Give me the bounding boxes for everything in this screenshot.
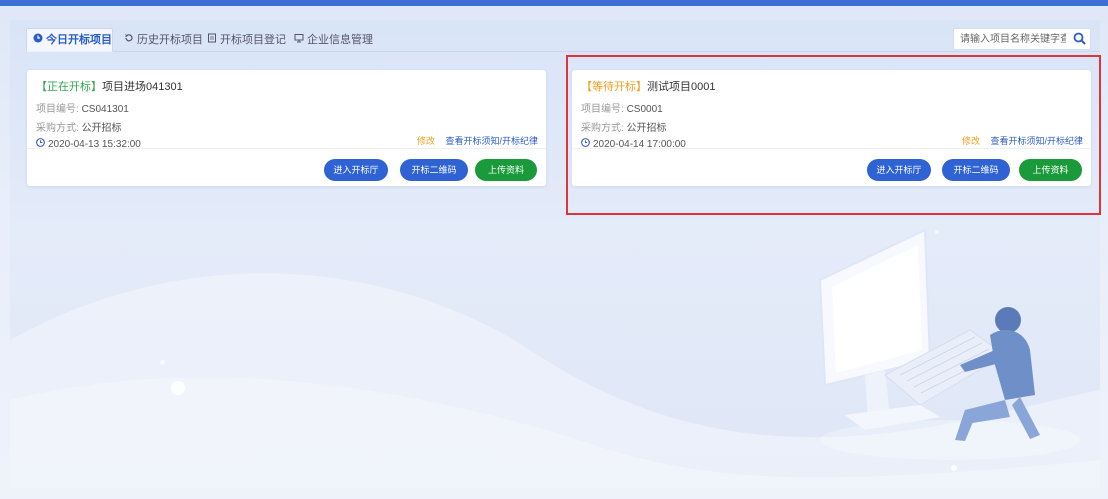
project-title: 【正在开标】项目进场041301: [36, 78, 183, 94]
computer-user-illustration: [818, 228, 1080, 460]
code-label: 项目编号:: [36, 104, 79, 115]
qrcode-button[interactable]: 开标二维码: [400, 159, 468, 181]
search-box: [953, 28, 1091, 50]
tab-history-projects[interactable]: 历史开标项目: [120, 28, 207, 52]
decor-dot: [160, 360, 165, 365]
search-input[interactable]: [954, 29, 1066, 49]
edit-link[interactable]: 修改: [417, 136, 435, 146]
tab-bar: 今日开标项目 历史开标项目 开标项目登记 企业信息管理: [26, 28, 1100, 52]
tab-register-project[interactable]: 开标项目登记: [203, 28, 290, 52]
tab-label: 开标项目登记: [220, 34, 286, 46]
document-icon: [207, 29, 217, 51]
upload-button[interactable]: 上传资料: [475, 159, 537, 181]
history-icon: [124, 29, 134, 51]
status-badge: 【正在开标】: [36, 81, 102, 93]
tab-company-info[interactable]: 企业信息管理: [290, 28, 377, 52]
tab-label: 今日开标项目: [46, 34, 112, 46]
tab-today-projects[interactable]: 今日开标项目: [26, 28, 113, 52]
decor-dot: [951, 465, 957, 471]
search-icon[interactable]: [1073, 32, 1086, 48]
procurement-method: 公开招标: [81, 123, 122, 134]
project-code: CS041301: [81, 104, 129, 115]
decor-dot: [171, 381, 185, 395]
project-name: 项目进场041301: [102, 81, 183, 93]
clock-icon: [33, 29, 43, 51]
project-card: 【正在开标】项目进场041301 项目编号: CS041301 采购方式: 公开…: [27, 70, 546, 186]
divider: [27, 148, 546, 149]
enter-hall-button[interactable]: 进入开标厅: [324, 159, 388, 181]
tab-label: 企业信息管理: [307, 34, 373, 46]
card-links: 修改 查看开标须知/开标纪律: [417, 134, 538, 147]
method-label: 采购方式:: [36, 123, 79, 134]
tab-label: 历史开标项目: [137, 34, 203, 46]
highlight-box: [566, 55, 1101, 215]
view-rules-link[interactable]: 查看开标须知/开标纪律: [445, 136, 538, 146]
monitor-icon: [294, 29, 304, 51]
procurement-method-row: 采购方式: 公开招标: [36, 119, 122, 134]
project-code-row: 项目编号: CS041301: [36, 100, 129, 115]
